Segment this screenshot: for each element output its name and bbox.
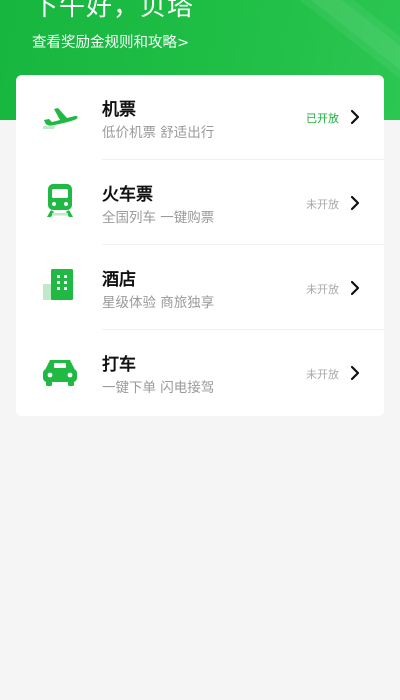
service-title: 火车票 bbox=[102, 185, 153, 205]
hotel-icon bbox=[43, 269, 73, 300]
car-icon bbox=[43, 360, 77, 386]
chevron-right-icon bbox=[350, 280, 360, 296]
service-title: 机票 bbox=[102, 100, 136, 120]
service-title: 打车 bbox=[102, 355, 136, 375]
service-item-train[interactable]: 火车票 全国列车 一键购票 未开放 bbox=[16, 160, 384, 245]
service-subtitle: 一键下单 闪电接驾 bbox=[102, 380, 215, 396]
service-item-flight[interactable]: 机票 低价机票 舒适出行 已开放 bbox=[16, 75, 384, 160]
reward-rules-link[interactable]: 查看奖励金规则和攻略> bbox=[32, 31, 189, 52]
chevron-right-icon bbox=[350, 109, 360, 125]
service-item-hotel[interactable]: 酒店 星级体验 商旅独享 未开放 bbox=[16, 245, 384, 330]
greeting-text: 下午好，贝塔 bbox=[32, 0, 195, 22]
service-subtitle: 星级体验 商旅独享 bbox=[102, 295, 215, 311]
screen: 下午好，贝塔 查看奖励金规则和攻略> 机票 低价机票 舒适出行 已开放 火车票 … bbox=[0, 0, 400, 700]
service-subtitle: 低价机票 舒适出行 bbox=[102, 125, 215, 141]
train-icon bbox=[47, 184, 73, 217]
service-subtitle: 全国列车 一键购票 bbox=[102, 210, 215, 226]
airplane-icon bbox=[43, 108, 78, 129]
service-status-badge: 已开放 bbox=[306, 112, 339, 125]
service-status-badge: 未开放 bbox=[306, 283, 339, 296]
service-status-badge: 未开放 bbox=[306, 198, 339, 211]
service-status-badge: 未开放 bbox=[306, 368, 339, 381]
service-title: 酒店 bbox=[102, 270, 136, 290]
chevron-right-icon bbox=[350, 365, 360, 381]
chevron-right-icon bbox=[350, 195, 360, 211]
service-list-card: 机票 低价机票 舒适出行 已开放 火车票 全国列车 一键购票 未开放 酒店 星级… bbox=[16, 75, 384, 416]
service-item-taxi[interactable]: 打车 一键下单 闪电接驾 未开放 bbox=[16, 330, 384, 415]
